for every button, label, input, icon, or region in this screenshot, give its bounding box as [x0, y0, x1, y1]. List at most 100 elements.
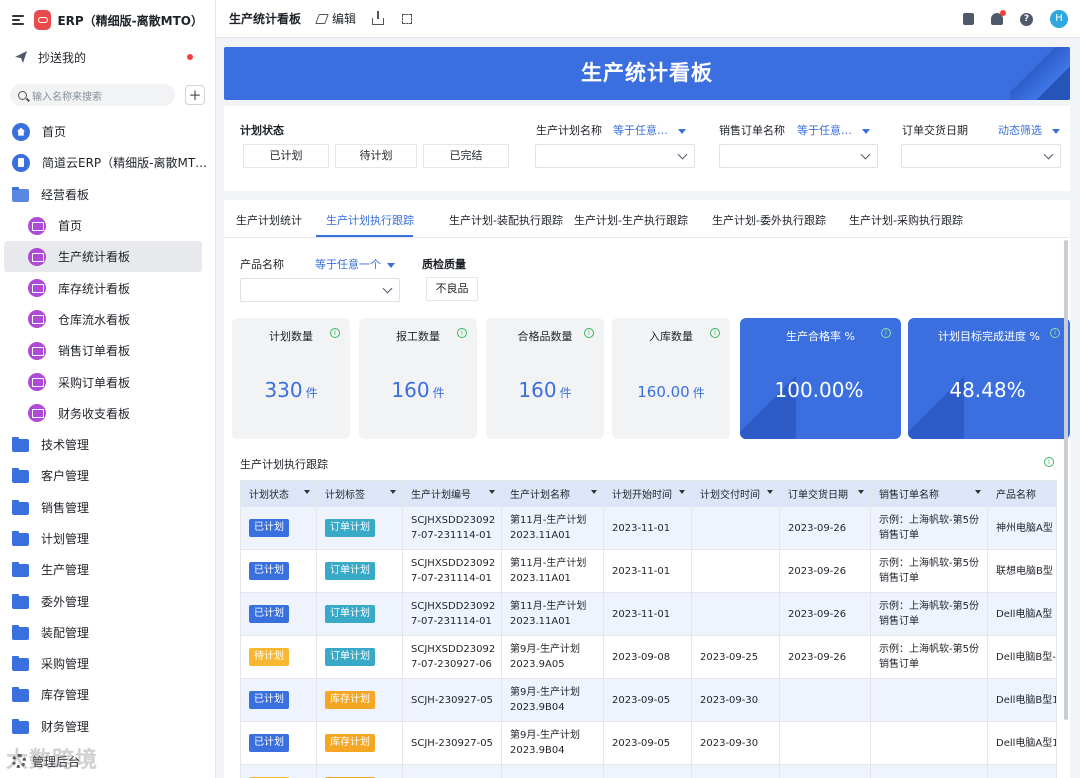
sidebar-item[interactable]: 经营看板 [0, 179, 215, 210]
column-header[interactable]: 计划标签 [316, 480, 403, 507]
table-row[interactable]: 已计划 订单计划 SCJHXSDD23092 7-07-231114-01 第11月-生… [240, 592, 1057, 636]
delivery-date-select[interactable] [901, 144, 1061, 168]
column-header[interactable]: 销售订单名称 [870, 480, 988, 507]
sidebar-item[interactable]: 采购管理 [0, 648, 215, 679]
sidebar-item[interactable]: 仓库流水看板 [0, 304, 215, 335]
qc-quality-option[interactable]: 不良品 [426, 277, 478, 301]
sidebar-item[interactable]: 委外管理 [0, 585, 215, 616]
column-header[interactable]: 生产计划编号 [402, 480, 502, 507]
sort-icon[interactable] [591, 490, 597, 494]
tab-item[interactable]: 生产计划-生产执行跟踪 [574, 212, 688, 228]
info-icon[interactable]: i [881, 328, 891, 338]
add-button[interactable]: + [185, 85, 205, 105]
column-header[interactable]: 产品名称 [987, 480, 1057, 507]
sidebar-item[interactable]: 技术管理 [0, 429, 215, 460]
table-row[interactable]: 待计划 订单计划 SCJHXSDD23092 7-07-230927-06 第9月-生产… [240, 635, 1057, 679]
table-row[interactable]: 已计划 订单计划 SCJHXSDD23092 7-07-231114-01 第11月-生… [240, 549, 1057, 593]
delivery-date-label: 订单交货日期 [902, 124, 968, 137]
sort-icon[interactable] [975, 490, 981, 494]
banner-title: 生产统计看板 [581, 61, 713, 85]
column-header[interactable]: 订单交货日期 [779, 480, 871, 507]
info-icon[interactable]: i [584, 328, 594, 338]
sort-icon[interactable] [304, 490, 310, 494]
plan-name-operator[interactable]: 等于任意… [613, 122, 686, 138]
table-row[interactable]: 已计划 库存计划 SCJH-230927-05 第9月-生产计划 2023.9B04 20… [240, 721, 1057, 765]
order-name-operator[interactable]: 等于任意… [797, 122, 870, 138]
product-cell: 神州电脑A型 [987, 506, 1057, 550]
avatar[interactable]: H [1050, 10, 1068, 28]
product-name-select[interactable] [240, 278, 400, 302]
table-row[interactable]: 待计划库存计划SCJH-230928-01第9月-生产计划2023-09-012… [240, 764, 1057, 778]
dashboard-icon [28, 279, 46, 298]
kpi-value: 160 件 [518, 378, 572, 402]
page-title: 生产统计看板 [229, 12, 302, 26]
table-row[interactable]: 已计划 订单计划 SCJHXSDD23092 7-07-231114-01 第11月-生… [240, 506, 1057, 550]
fullscreen-icon[interactable] [402, 13, 413, 24]
sidebar-item[interactable]: 财务收支看板 [0, 398, 215, 429]
sidebar-search-input[interactable]: 输入名称来搜索 [10, 84, 175, 106]
sidebar-item[interactable]: 生产统计看板 [4, 241, 202, 273]
help-icon[interactable]: ? [1020, 12, 1033, 26]
admin-item[interactable]: 管理后台 [0, 744, 215, 778]
sort-icon[interactable] [858, 490, 864, 494]
sort-icon[interactable] [679, 490, 685, 494]
plan-status-option[interactable]: 待计划 [335, 144, 417, 168]
dashboard-icon [28, 216, 46, 235]
book-icon[interactable] [963, 13, 974, 25]
tab-item[interactable]: 生产计划-采购执行跟踪 [849, 212, 963, 228]
menu-icon[interactable] [12, 14, 24, 26]
column-header[interactable]: 计划状态 [240, 480, 317, 507]
sales-order-cell [870, 721, 988, 765]
column-header[interactable]: 计划交付时间 [691, 480, 780, 507]
info-icon[interactable]: i [457, 328, 467, 338]
info-icon[interactable]: i [1044, 457, 1054, 467]
kpi-value: 100.00% [774, 378, 864, 402]
tag-cell: 库存计划 [316, 764, 403, 778]
sort-icon[interactable] [489, 490, 495, 494]
sort-icon[interactable] [767, 490, 773, 494]
tag-cell: 库存计划 [316, 721, 403, 765]
tab-item[interactable]: 生产计划执行跟踪 [326, 212, 414, 228]
info-icon[interactable]: i [330, 328, 340, 338]
share-icon[interactable] [372, 10, 385, 25]
sidebar-item[interactable]: 库存统计看板 [0, 272, 215, 303]
sidebar-item[interactable]: 财务管理 [0, 711, 215, 742]
sidebar-item[interactable]: 首页 [0, 210, 215, 241]
product-cell: Dell电脑B型- [987, 635, 1057, 679]
table-row[interactable]: 已计划 库存计划 SCJH-230927-05 第9月-生产计划 2023.9B04 20… [240, 678, 1057, 722]
plan-name-select[interactable] [535, 144, 695, 168]
product-name-operator[interactable]: 等于任意一个 [315, 256, 395, 272]
tab-item[interactable]: 生产计划统计 [236, 212, 302, 228]
cc-me-item[interactable]: 抄送我的 [0, 40, 215, 74]
sidebar-item[interactable]: 采购订单看板 [0, 366, 215, 397]
sort-icon[interactable] [390, 490, 396, 494]
scrollbar[interactable] [1064, 240, 1068, 720]
info-icon[interactable]: i [710, 328, 720, 338]
sidebar-item-label: 财务收支看板 [58, 406, 131, 421]
sidebar-item[interactable]: 销售管理 [0, 492, 215, 523]
plan-status-option[interactable]: 已完结 [423, 144, 509, 168]
delivery-date-operator[interactable]: 动态筛选 [998, 122, 1060, 138]
sidebar-item[interactable]: 计划管理 [0, 523, 215, 554]
sidebar-item[interactable]: 装配管理 [0, 617, 215, 648]
info-icon[interactable]: i [1050, 328, 1060, 338]
qc-quality-label: 质检质量 [422, 258, 466, 271]
sidebar-item[interactable]: 库存管理 [0, 679, 215, 710]
sidebar-item[interactable]: 销售订单看板 [0, 335, 215, 366]
plan-status-option[interactable]: 已计划 [243, 144, 329, 168]
order-name-select[interactable] [719, 144, 878, 168]
sidebar-item[interactable]: 客户管理 [0, 460, 215, 491]
folder-icon [12, 562, 29, 578]
folder-open-icon [12, 186, 29, 202]
sidebar-item[interactable]: 简道云ERP（精细版-离散MT… [0, 147, 215, 178]
column-header[interactable]: 生产计划名称 [501, 480, 604, 507]
tracking-table: 计划状态 计划标签 生产计划编号 生产计划名称 计划开始时间 计划交付时间 订单交货日期 销售… [240, 480, 1057, 778]
tab-item[interactable]: 生产计划-装配执行跟踪 [449, 212, 563, 228]
edit-button[interactable]: 编辑 [315, 10, 356, 27]
sidebar-item[interactable]: 首页 [0, 116, 215, 147]
bell-icon[interactable] [991, 10, 1006, 25]
sidebar-item[interactable]: 生产管理 [0, 554, 215, 585]
start-date-cell: 2023-09-08 [603, 635, 692, 679]
tab-item[interactable]: 生产计划-委外执行跟踪 [712, 212, 826, 228]
column-header[interactable]: 计划开始时间 [603, 480, 692, 507]
